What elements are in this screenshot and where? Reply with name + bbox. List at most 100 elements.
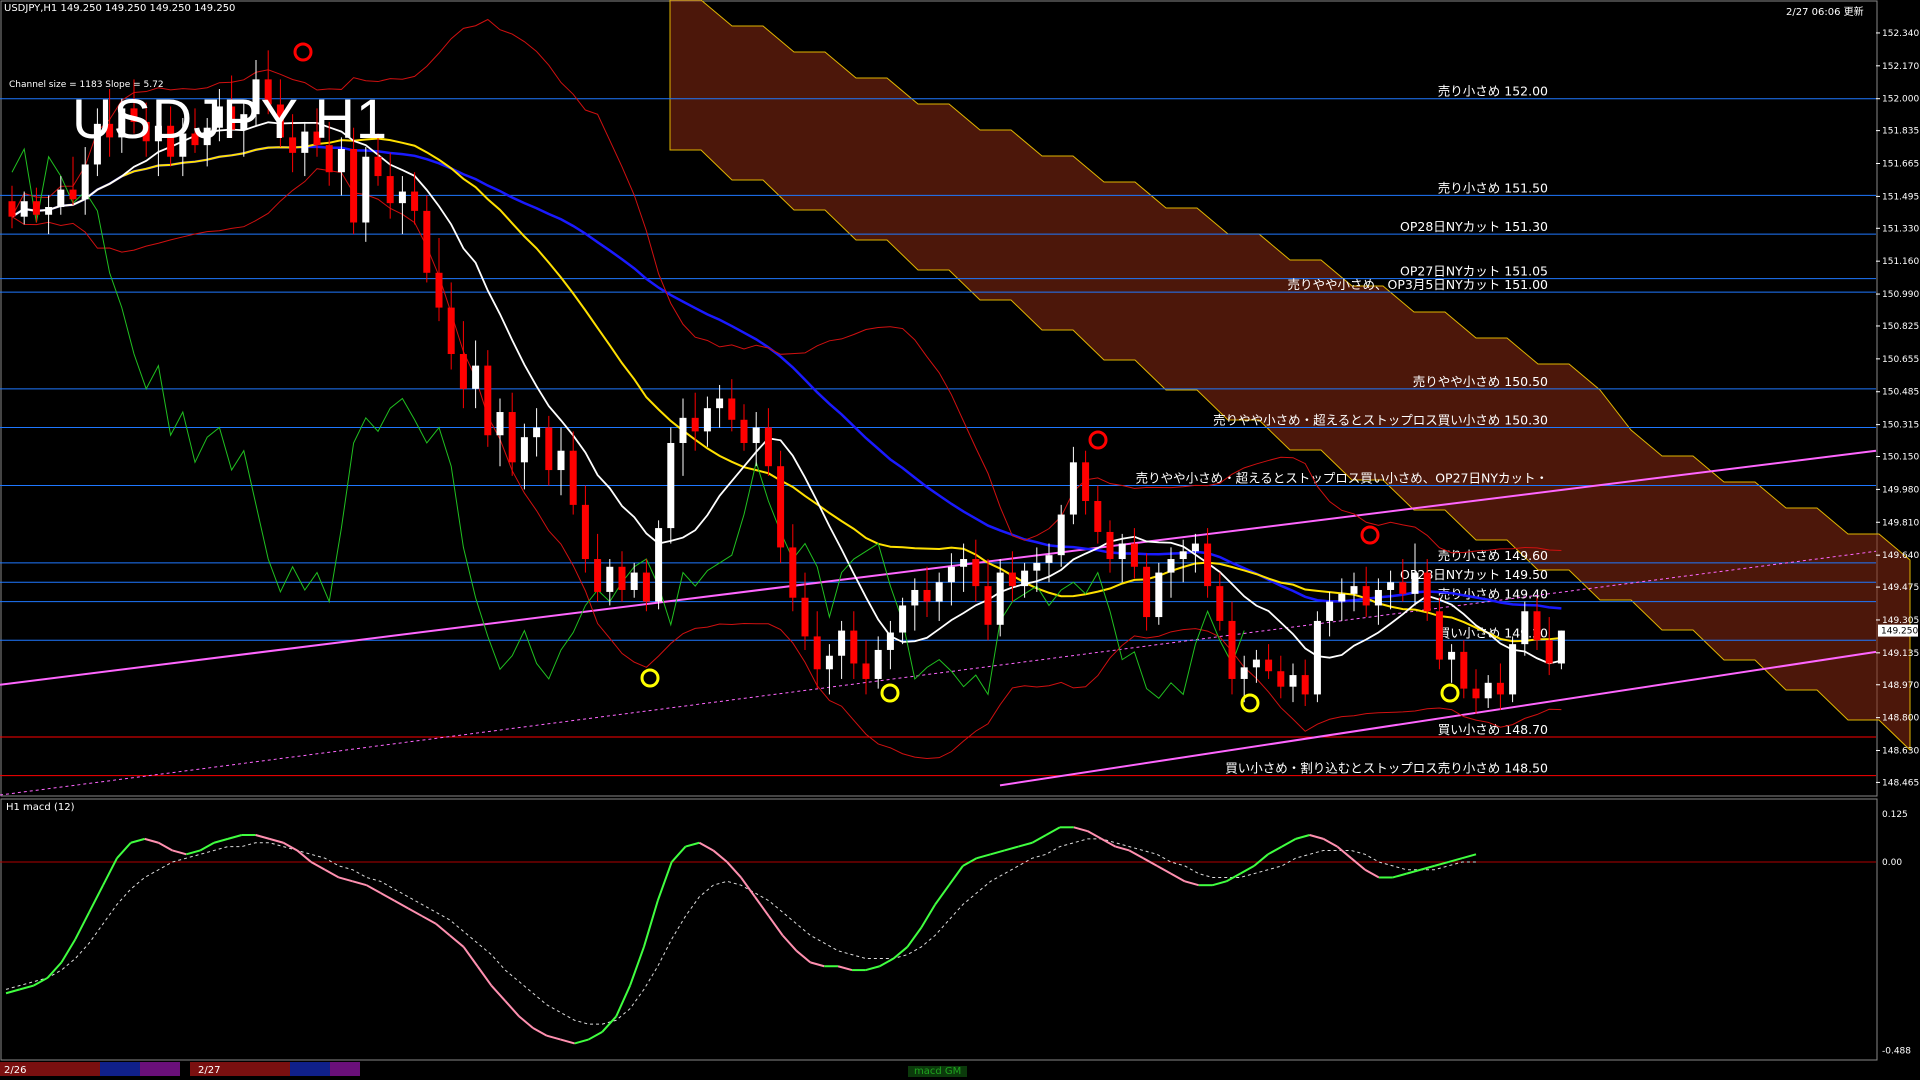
candle-body xyxy=(1033,562,1041,571)
date-segment xyxy=(100,1062,140,1076)
macd-tab[interactable]: macd GM xyxy=(908,1066,968,1077)
level-label: OP28日NYカット 151.30 xyxy=(1400,219,1548,234)
y-tick-label: 150.825 xyxy=(1882,322,1919,332)
candle-body xyxy=(472,365,480,389)
macd-segment xyxy=(74,911,91,940)
macd-segment xyxy=(1322,838,1338,848)
macd-segment xyxy=(795,950,811,964)
macd-segment xyxy=(352,880,367,887)
y-tick-label: 148.970 xyxy=(1882,681,1919,691)
candle-body xyxy=(1057,514,1065,556)
candle-body xyxy=(1301,675,1309,695)
macd-segment xyxy=(449,934,465,948)
candle-body xyxy=(1460,651,1468,689)
macd-segment xyxy=(990,849,1005,856)
candle-body xyxy=(57,189,65,208)
macd-segment xyxy=(504,1000,520,1018)
y-tick-label: 152.000 xyxy=(1882,95,1919,105)
level-label: 売りやや小さめ・超えるとストップロス買い小さめ 150.30 xyxy=(1213,413,1548,428)
candle-body xyxy=(1130,543,1138,567)
signal-marker xyxy=(1440,683,1460,703)
candle-body xyxy=(1265,659,1273,672)
signal-marker xyxy=(1088,430,1108,450)
candle-body xyxy=(984,586,992,625)
macd-segment xyxy=(1073,826,1088,833)
candle-body xyxy=(606,566,614,592)
candle-body xyxy=(20,201,28,217)
candle-body xyxy=(1484,682,1492,699)
candle-body xyxy=(362,156,370,223)
signal-marker xyxy=(1240,693,1260,713)
candle-body xyxy=(459,354,467,389)
macd-segment xyxy=(1184,880,1199,887)
y-tick-label: 149.475 xyxy=(1882,583,1919,593)
candle-body xyxy=(1094,501,1102,532)
macd-indicator: 0.125 0.00 -0.488 xyxy=(0,810,1911,1056)
y-tick-label: 152.170 xyxy=(1882,62,1919,72)
candle-body xyxy=(69,189,77,200)
candle-body xyxy=(777,466,785,548)
macd-segment xyxy=(1295,834,1310,840)
y-tick-label: 149.810 xyxy=(1882,518,1919,528)
candle-body xyxy=(435,272,443,308)
candle-body xyxy=(386,176,394,204)
macd-tick-label: -0.488 xyxy=(1882,1046,1911,1056)
macd-segment xyxy=(255,834,270,840)
candle-body xyxy=(81,164,89,200)
candle-body xyxy=(1082,462,1090,502)
macd-segment xyxy=(1406,868,1421,875)
candle-body xyxy=(862,663,870,679)
macd-segment xyxy=(865,965,880,972)
macd-segment xyxy=(1115,845,1130,852)
candle-body xyxy=(1240,667,1248,679)
macd-segment xyxy=(601,1015,617,1033)
candle-body xyxy=(1472,688,1480,699)
candle-body xyxy=(1326,601,1334,621)
candle-body xyxy=(911,589,919,606)
macd-segment xyxy=(532,1027,548,1037)
candle-body xyxy=(1069,462,1077,515)
candle-body xyxy=(923,589,931,602)
y-tick-label: 149.980 xyxy=(1882,485,1919,495)
macd-segment xyxy=(33,976,49,987)
y-tick-label: 151.835 xyxy=(1882,127,1919,137)
macd-segment xyxy=(435,923,451,937)
macd-panel-frame xyxy=(0,798,1878,1061)
current-price-label: 149.250 xyxy=(1881,627,1918,637)
macd-segment xyxy=(213,837,229,844)
candle-body xyxy=(1350,586,1358,594)
candle-body xyxy=(1448,651,1456,660)
signal-marker xyxy=(1360,525,1380,545)
macd-label: H1 macd (12) xyxy=(6,802,75,813)
macd-segment xyxy=(698,841,714,852)
macd-segment xyxy=(282,841,298,852)
macd-segment xyxy=(379,892,395,902)
candle-body xyxy=(1521,611,1529,645)
macd-segment xyxy=(296,849,312,863)
macd-segment xyxy=(1392,872,1407,879)
macd-segment xyxy=(227,834,243,840)
macd-segment xyxy=(574,1038,589,1045)
y-tick-label: 150.485 xyxy=(1882,388,1919,398)
y-tick-label: 149.640 xyxy=(1882,551,1919,561)
candle-body xyxy=(1167,559,1175,573)
macd-segment xyxy=(476,965,493,987)
candle-body xyxy=(630,572,638,590)
signal-marker xyxy=(640,668,660,688)
candle-body xyxy=(8,201,16,217)
macd-segment xyxy=(587,1030,603,1041)
macd-segment xyxy=(642,900,659,948)
macd-segment xyxy=(1087,830,1103,840)
y-tick-label: 151.665 xyxy=(1882,160,1919,170)
candle-body xyxy=(691,417,699,432)
macd-segment xyxy=(5,988,21,995)
macd-segment xyxy=(712,849,728,863)
candle-body xyxy=(850,630,858,664)
macd-segment xyxy=(670,845,687,863)
candle-body xyxy=(1045,555,1053,563)
macd-segment xyxy=(1420,864,1435,871)
macd-segment xyxy=(88,884,104,913)
candle-body xyxy=(350,148,358,223)
date-segment xyxy=(290,1062,330,1076)
macd-segment xyxy=(116,842,132,859)
